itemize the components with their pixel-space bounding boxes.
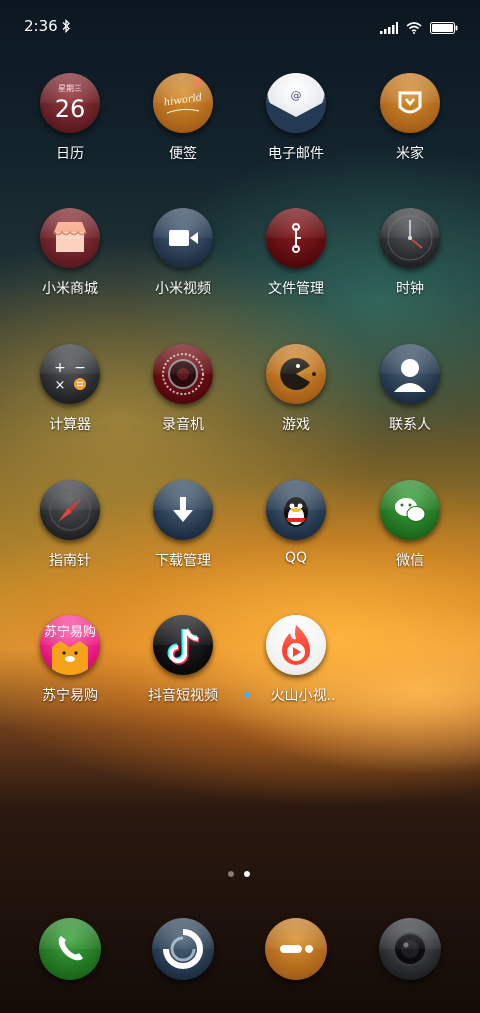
app-label: 文件管理	[268, 281, 324, 297]
app-wechat[interactable]: 微信	[350, 480, 470, 590]
app-label: 火山小视..	[270, 688, 336, 704]
app-label: 微信	[396, 553, 424, 569]
app-qq[interactable]: QQ	[236, 480, 356, 590]
status-time: 2:36	[24, 17, 58, 35]
mijia-icon	[380, 73, 440, 133]
app-video[interactable]: 小米视频	[123, 208, 243, 318]
douyin-icon	[153, 615, 213, 675]
app-label: 电子邮件	[268, 146, 324, 162]
app-label: 小米视频	[155, 281, 211, 297]
app-recorder[interactable]: 录音机	[123, 344, 243, 454]
phone-icon[interactable]	[39, 918, 101, 980]
app-label: 便签	[169, 146, 197, 162]
app-label: 抖音短视频	[148, 688, 218, 704]
app-label: 小米商城	[42, 281, 98, 297]
app-label: QQ	[284, 550, 308, 566]
app-label: 米家	[396, 146, 424, 162]
new-install-dot	[244, 692, 250, 698]
calculator-icon: + − ×	[40, 344, 100, 404]
app-label: 时钟	[396, 281, 424, 297]
svg-text:−: −	[74, 360, 86, 376]
calendar-day: 26	[54, 95, 86, 123]
app-suning[interactable]: 苏宁易购 苏宁易购	[10, 615, 130, 725]
wechat-icon	[380, 480, 440, 540]
suning-icon-text: 苏宁易购	[43, 625, 96, 640]
app-label: 录音机	[162, 417, 204, 433]
qq-icon	[266, 480, 326, 540]
store-icon	[40, 208, 100, 268]
email-icon: @	[266, 73, 326, 133]
svg-text:@: @	[291, 89, 302, 102]
calendar-weekday: 星期三	[58, 84, 82, 93]
app-label: 联系人	[389, 417, 431, 433]
video-icon	[153, 208, 213, 268]
compass-icon	[40, 480, 100, 540]
camera-icon[interactable]	[379, 918, 441, 980]
wifi-icon	[406, 19, 422, 38]
recorder-icon	[153, 344, 213, 404]
app-compass[interactable]: 指南针	[10, 480, 130, 590]
app-label: 苏宁易购	[42, 688, 98, 704]
page-dot-active[interactable]	[244, 871, 250, 877]
app-calculator[interactable]: + − × 计算器	[10, 344, 130, 454]
signal-icon	[380, 19, 398, 38]
battery-icon	[430, 19, 458, 38]
app-store[interactable]: 小米商城	[10, 208, 130, 318]
app-huoshan[interactable]: 火山小视..	[236, 615, 356, 725]
download-icon	[153, 480, 213, 540]
app-game[interactable]: 游戏	[236, 344, 356, 454]
app-email[interactable]: @ 电子邮件	[236, 73, 356, 183]
bluetooth-icon	[62, 18, 71, 37]
app-label: 下载管理	[155, 553, 211, 569]
app-label: 游戏	[282, 417, 310, 433]
page-indicator[interactable]	[228, 871, 250, 877]
app-notes[interactable]: hiworld 便签	[123, 73, 243, 183]
suning-icon: 苏宁易购	[40, 615, 100, 675]
status-bar: 2:36	[0, 0, 480, 52]
svg-text:×: ×	[55, 378, 66, 393]
huoshan-icon	[266, 615, 326, 675]
app-clock[interactable]: 时钟	[350, 208, 470, 318]
app-label: 计算器	[49, 417, 91, 433]
messages-icon[interactable]	[152, 918, 214, 980]
page-dot[interactable]	[228, 871, 234, 877]
browser-icon[interactable]	[265, 918, 327, 980]
file-manager-icon	[266, 208, 326, 268]
app-label: 日历	[56, 146, 84, 162]
calendar-icon: 星期三 26	[40, 73, 100, 133]
app-contacts[interactable]: 联系人	[350, 344, 470, 454]
game-icon	[266, 344, 326, 404]
app-download[interactable]: 下载管理	[123, 480, 243, 590]
app-mijia[interactable]: 米家	[350, 73, 470, 183]
app-douyin[interactable]: 抖音短视频	[123, 615, 243, 725]
notes-icon: hiworld	[153, 73, 213, 133]
contacts-icon	[380, 344, 440, 404]
app-calendar[interactable]: 星期三 26 日历	[10, 73, 130, 183]
app-file-manager[interactable]: 文件管理	[236, 208, 356, 318]
svg-text:+: +	[54, 360, 66, 376]
app-label: 指南针	[49, 553, 91, 569]
clock-icon	[380, 208, 440, 268]
